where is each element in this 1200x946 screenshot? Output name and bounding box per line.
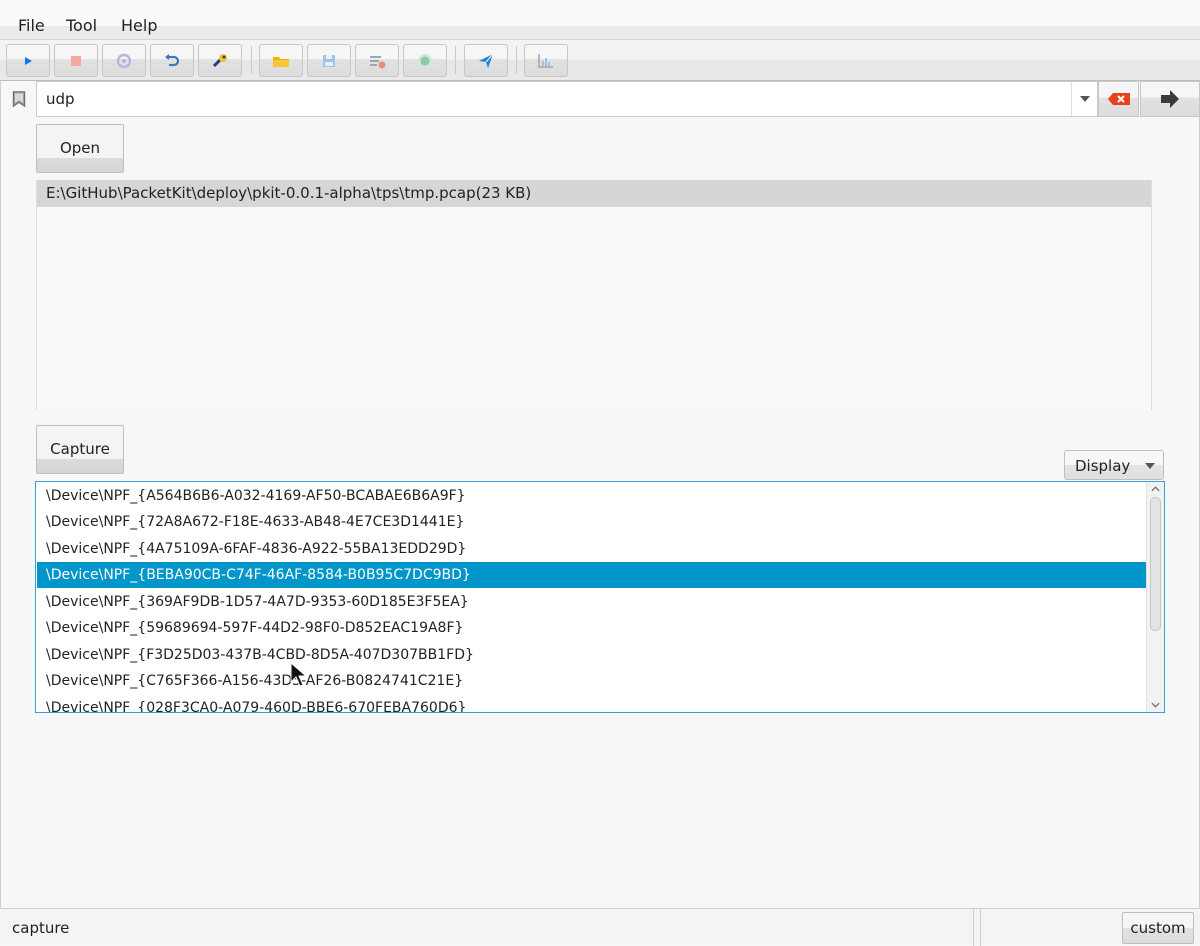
device-list-item[interactable]: \Device\NPF_{4A75109A-6FAF-4836-A922-55B… [37,536,1146,562]
apply-filter-button[interactable] [1140,81,1200,117]
display-dropdown-label: Display [1075,457,1131,475]
open-file-button[interactable] [259,44,303,77]
chevron-down-icon [1151,702,1160,708]
device-list-item[interactable]: \Device\NPF_{F3D25D03-437B-4CBD-8D5A-407… [37,642,1146,668]
bookmark-icon[interactable] [8,87,30,111]
save-icon [323,54,335,67]
chart-icon [538,53,553,68]
clear-filter-icon [1107,93,1130,105]
device-list-item-selected[interactable]: \Device\NPF_{BEBA90CB-C74F-46AF-8584-B0B… [37,562,1146,588]
settings-button[interactable] [198,44,242,77]
toolbar-separator [455,46,456,74]
filter-dropdown-button[interactable] [1071,82,1097,116]
device-list-item[interactable]: \Device\NPF_{59689694-597F-44D2-98F0-D85… [37,615,1146,641]
menu-bar: File Tool Help [0,0,1200,40]
toolbar-separator [251,46,252,74]
toolbar-separator [516,46,517,74]
filter-combo [36,81,1098,117]
undo-button[interactable] [150,44,194,77]
device-list-item[interactable]: \Device\NPF_{028F3CA0-A079-460D-BBE6-670… [37,695,1146,712]
scroll-up-arrow[interactable] [1147,482,1164,496]
recent-files-list: E:\GitHub\PacketKit\deploy\pkit-0.0.1-al… [36,180,1152,410]
status-text: capture [12,919,70,937]
filter-input[interactable] [37,82,1071,116]
menu-help[interactable]: Help [121,16,157,35]
send-button[interactable] [464,44,508,77]
clear-list-icon [370,55,386,68]
clear-filter-button[interactable] [1098,81,1139,117]
window-left-edge [0,0,1,945]
statistics-button[interactable] [524,44,568,77]
custom-button[interactable]: custom [1122,912,1194,944]
display-dropdown[interactable]: Display [1064,450,1164,480]
device-list-item[interactable]: \Device\NPF_{72A8A672-F18E-4633-AB48-4E7… [37,509,1146,535]
chevron-up-icon [1151,486,1160,492]
folder-icon [273,56,289,67]
device-list: \Device\NPF_{A564B6B6-A032-4169-AF50-BCA… [35,481,1165,713]
open-button[interactable]: Open [36,124,124,173]
status-bar: capture custom [0,908,1200,946]
menu-tool[interactable]: Tool [66,16,97,35]
scroll-down-arrow[interactable] [1147,698,1164,712]
restart-capture-button[interactable] [102,44,146,77]
send-icon [479,53,494,68]
chevron-down-icon [1079,96,1090,102]
mouse-cursor-icon [290,662,308,687]
device-list-item[interactable]: \Device\NPF_{369AF9DB-1D57-4A7D-9353-60D… [37,589,1146,615]
undo-icon [165,53,180,66]
capture-button[interactable]: Capture [36,425,124,474]
scroll-thumb[interactable] [1150,497,1161,631]
save-file-button[interactable] [307,44,351,77]
stop-icon [71,55,81,66]
device-list-item[interactable]: \Device\NPF_{A564B6B6-A032-4169-AF50-BCA… [37,483,1146,509]
arrow-right-icon [1161,90,1179,108]
start-capture-button[interactable] [6,44,50,77]
status-separator [973,909,974,946]
clear-button[interactable] [355,44,399,77]
status-separator [980,909,981,946]
menu-file[interactable]: File [18,16,45,35]
wrench-icon [212,53,227,67]
device-list-scrollbar[interactable] [1146,482,1164,712]
recent-file-item[interactable]: E:\GitHub\PacketKit\deploy\pkit-0.0.1-al… [37,180,1151,207]
toolbar [0,40,1200,81]
play-icon [25,56,32,65]
stop-capture-button[interactable] [54,44,98,77]
chevron-down-icon [1145,463,1155,469]
record-button[interactable] [403,44,447,77]
refresh-icon [116,53,132,68]
record-icon [418,53,432,68]
device-list-item[interactable]: \Device\NPF_{C765F366-A156-43D5-AF26-B08… [37,668,1146,694]
